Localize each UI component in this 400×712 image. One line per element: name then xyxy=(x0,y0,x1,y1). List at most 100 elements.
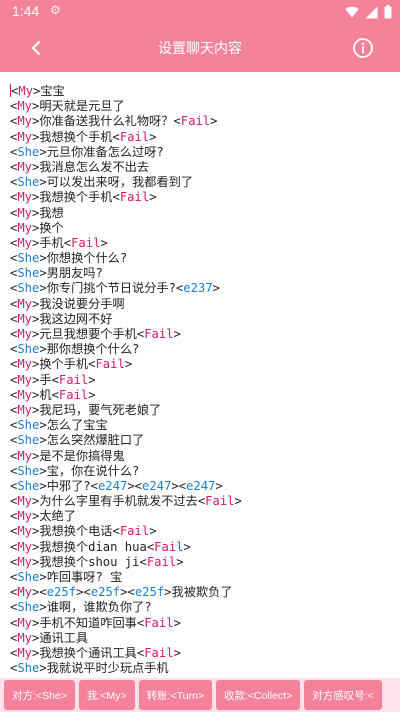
tag-bracket: > xyxy=(173,645,181,660)
battery-icon xyxy=(384,5,392,19)
speaker-tag: My xyxy=(17,99,33,114)
emoji-code-tag: e237 xyxy=(183,281,213,296)
tag-bracket: < xyxy=(134,478,142,493)
tag-bracket: > xyxy=(39,433,47,448)
tag-bracket: > xyxy=(39,600,47,615)
tag-bracket: > xyxy=(183,539,191,554)
message-text: 我就说平时少玩点手机 xyxy=(46,661,169,676)
status-icons xyxy=(345,4,392,20)
insert-turn-button[interactable]: 转账:<Turn> xyxy=(138,680,212,710)
message-text: 你想换个什么? xyxy=(46,251,128,266)
speaker-tag: My xyxy=(17,615,33,630)
message-text: 我这边网不好 xyxy=(39,311,113,326)
tag-bracket: > xyxy=(173,327,181,341)
message-text: 手机不知道咋回事 xyxy=(39,615,137,630)
message-text: 我想换个shou ji xyxy=(39,554,140,569)
tag-bracket: > xyxy=(88,372,96,387)
tag-bracket: > xyxy=(127,478,135,493)
chat-line: <She>你专门挑个节日说分手?<e237> xyxy=(10,281,400,296)
tag-bracket: > xyxy=(212,281,220,296)
tag-bracket: > xyxy=(39,175,47,190)
fail-tag: Fail xyxy=(58,372,89,387)
chat-line: <My>我想换个手机<Fail> xyxy=(10,130,400,145)
chat-line: <My>我想 xyxy=(10,206,400,221)
tag-bracket: > xyxy=(149,190,157,205)
tag-bracket: > xyxy=(210,114,218,129)
message-text: 我想 xyxy=(39,205,64,220)
settings-gear-icon: ⚙ xyxy=(50,3,61,17)
tag-bracket: > xyxy=(39,251,47,266)
speaker-tag: My xyxy=(17,129,33,144)
insert-collect-button[interactable]: 收款:<Collect> xyxy=(215,680,301,710)
message-text: 手 xyxy=(39,372,52,387)
chat-line: <My>我想换个通讯工具<Fail> xyxy=(10,646,400,661)
message-text: 那你想换个什么? xyxy=(46,342,140,357)
speaker-tag: My xyxy=(17,509,33,524)
chat-line: <My>元旦我想要个手机<Fail> xyxy=(10,327,400,342)
fail-tag: Fail xyxy=(144,615,174,630)
chat-line: <My>手机<Fail> xyxy=(10,236,400,251)
insert-she-button[interactable]: 对方:<She> xyxy=(4,680,75,710)
speaker-tag: My xyxy=(17,327,33,341)
emoji-code-tag: e25f xyxy=(90,585,121,600)
chat-line: <She>男朋友吗? xyxy=(10,266,400,281)
emoji-code-tag: e247 xyxy=(186,478,216,493)
tag-bracket: > xyxy=(215,478,223,493)
speaker-tag: She xyxy=(17,281,40,296)
message-text: 换个 xyxy=(39,220,64,235)
speaker-tag: My xyxy=(17,494,33,509)
message-text: 我想换个通讯工具 xyxy=(39,645,137,660)
chat-line: <My>你准备送我什么礼物呀？<Fail> xyxy=(10,114,400,129)
tag-bracket: > xyxy=(88,387,96,402)
tag-bracket: > xyxy=(149,524,157,539)
message-text: 可以发出来呀，我都看到了 xyxy=(46,175,193,190)
fail-tag: Fail xyxy=(146,554,177,569)
message-text: 通讯工具 xyxy=(39,630,89,645)
message-text: 是不是你搞得鬼 xyxy=(39,448,125,463)
tag-bracket: > xyxy=(39,144,47,159)
speaker-tag: My xyxy=(17,296,33,311)
insert-my-button[interactable]: 我:<My> xyxy=(78,680,135,710)
speaker-tag: My xyxy=(18,84,34,98)
speaker-tag: My xyxy=(17,235,33,250)
tag-bracket: < xyxy=(139,554,147,569)
emoji-code-tag: e247 xyxy=(97,478,128,493)
insert-exclamation-button[interactable]: 对方感叹号:< xyxy=(304,680,382,710)
chat-line: <My>手机不知道咋回事<Fail> xyxy=(10,616,400,631)
speaker-tag: My xyxy=(17,402,33,417)
tag-bracket: > xyxy=(39,570,47,584)
message-text: 我没说要分手啊 xyxy=(39,296,125,311)
tag-bracket: < xyxy=(112,190,120,205)
fail-tag: Fail xyxy=(154,539,184,554)
emoji-code-tag: e25f xyxy=(46,585,77,600)
message-text: 我想换个电话 xyxy=(39,524,113,539)
message-text: 你专门挑个节日说分手? xyxy=(46,281,176,296)
speaker-tag: My xyxy=(17,372,33,387)
tag-bracket: > xyxy=(39,342,47,357)
message-text: 元旦我想要个手机 xyxy=(39,327,137,341)
tag-bracket: < xyxy=(51,372,59,387)
speaker-tag: My xyxy=(17,387,33,402)
message-text: 我想换个dian hua xyxy=(39,539,147,554)
insert-tag-toolbar: 对方:<She> 我:<My> 转账:<Turn> 收款:<Collect> 对方感叹号… xyxy=(0,678,400,712)
speaker-tag: She xyxy=(17,266,40,281)
message-text: 太绝了 xyxy=(39,509,76,524)
tag-bracket: > xyxy=(234,494,242,509)
chat-line: <My>换个手机<Fail> xyxy=(10,357,400,372)
tag-bracket: > xyxy=(124,357,133,372)
speaker-tag: My xyxy=(17,630,33,645)
fail-tag: Fail xyxy=(58,387,89,402)
chat-script-editor[interactable]: <My>宝宝 <My>明天就是元旦了 <My>你准备送我什么礼物呀？<Fail> <M… xyxy=(0,72,400,678)
chat-line: <My>换个 xyxy=(10,221,400,236)
info-button[interactable] xyxy=(352,37,374,59)
speaker-tag: She xyxy=(17,463,40,478)
speaker-tag: She xyxy=(17,600,40,615)
speaker-tag: She xyxy=(17,661,40,676)
fail-tag: Fail xyxy=(119,190,150,205)
speaker-tag: My xyxy=(17,205,33,220)
speaker-tag: She xyxy=(17,478,40,493)
tag-bracket: < xyxy=(112,129,120,144)
speaker-tag: My xyxy=(17,554,33,569)
tag-bracket: > xyxy=(100,235,108,250)
chat-line: <My>机<Fail> xyxy=(10,388,400,403)
